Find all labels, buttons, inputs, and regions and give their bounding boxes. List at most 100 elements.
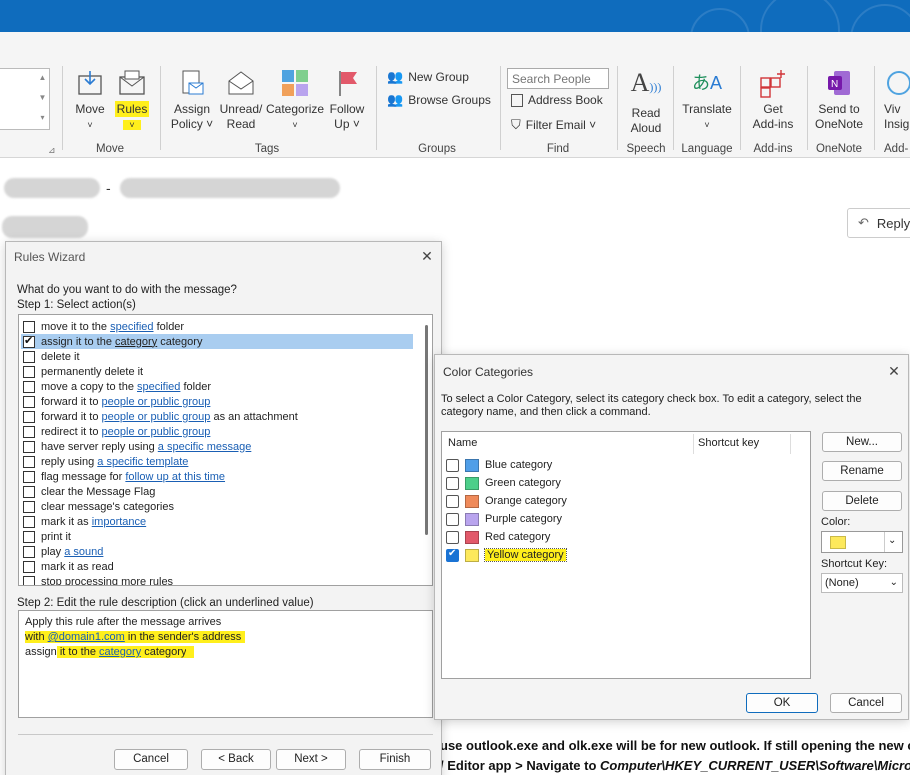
category-checkbox[interactable] <box>446 548 459 562</box>
shortcut-key-select[interactable]: (None) ⌄ <box>821 573 903 593</box>
action-checkbox[interactable] <box>23 320 35 333</box>
action-checkbox[interactable] <box>23 500 35 513</box>
get-addins-button[interactable]: Get Add-ins <box>748 68 798 132</box>
domain-link[interactable]: @domain1.com <box>47 631 125 643</box>
column-header-name[interactable]: Name <box>448 437 477 449</box>
action-item[interactable]: delete it <box>23 349 80 364</box>
action-link[interactable]: people or public group <box>102 396 211 408</box>
finish-button[interactable]: Finish <box>359 749 431 770</box>
delete-button[interactable]: Delete <box>822 491 902 511</box>
action-item[interactable]: forward it to people or public group <box>23 394 210 409</box>
action-link[interactable]: a specific message <box>158 441 252 453</box>
cancel-button[interactable]: Cancel <box>830 693 902 713</box>
category-checkbox[interactable] <box>446 458 459 472</box>
action-checkbox[interactable] <box>23 350 35 363</box>
next-button[interactable]: Next > <box>276 749 346 770</box>
ok-button[interactable]: OK <box>746 693 818 713</box>
action-checkbox[interactable] <box>23 395 35 408</box>
action-link[interactable]: a sound <box>64 546 103 558</box>
actions-scrollbar[interactable] <box>424 317 430 583</box>
category-row[interactable]: Orange category <box>446 493 567 509</box>
category-row[interactable]: Green category <box>446 475 561 491</box>
browse-groups-button[interactable]: 👥 Browse Groups <box>387 92 491 108</box>
category-checkbox[interactable] <box>446 530 459 544</box>
action-checkbox[interactable] <box>23 455 35 468</box>
action-checkbox[interactable] <box>23 440 35 453</box>
move-button[interactable]: Move ˅ <box>72 68 108 133</box>
action-item[interactable]: stop processing more rules <box>23 574 173 585</box>
category-row[interactable]: Blue category <box>446 457 552 473</box>
categorize-button[interactable]: Categorize ˅ <box>266 68 324 133</box>
action-link[interactable]: people or public group <box>102 426 211 438</box>
send-to-onenote-button[interactable]: N Send to OneNote <box>812 68 866 132</box>
category-checkbox[interactable] <box>446 494 459 508</box>
action-checkbox[interactable] <box>23 425 35 438</box>
action-link[interactable]: specified <box>110 321 153 333</box>
assign-policy-button[interactable]: Assign Policy ˅ <box>170 68 214 132</box>
action-checkbox[interactable] <box>23 365 35 378</box>
cancel-button[interactable]: Cancel <box>114 749 188 770</box>
actions-list[interactable]: move it to the specified folder assign it… <box>18 314 433 586</box>
action-checkbox[interactable] <box>23 485 35 498</box>
action-checkbox[interactable] <box>23 545 35 558</box>
category-link[interactable]: category <box>99 646 142 658</box>
new-category-button[interactable]: New... <box>822 432 902 452</box>
category-list[interactable]: Name Shortcut key Blue category Green cat… <box>441 431 811 679</box>
action-checkbox[interactable] <box>23 530 35 543</box>
action-checkbox[interactable] <box>23 410 35 423</box>
action-checkbox[interactable] <box>23 575 35 585</box>
action-item[interactable]: forward it to people or public group as … <box>23 409 298 424</box>
reply-button[interactable]: ↶ Reply <box>847 208 910 238</box>
follow-up-button[interactable]: Follow Up ˅ <box>326 68 368 132</box>
back-button[interactable]: < Back <box>201 749 271 770</box>
category-name[interactable]: Orange category <box>485 495 567 507</box>
rules-button[interactable]: Rules ˅ <box>113 68 151 133</box>
category-row[interactable]: Red category <box>446 529 550 545</box>
action-item[interactable]: print it <box>23 529 71 544</box>
action-item[interactable]: redirect it to people or public group <box>23 424 210 439</box>
quick-steps-scroll[interactable]: ▲ ▼ ▾ <box>35 68 50 130</box>
action-item[interactable]: reply using a specific template <box>23 454 188 469</box>
action-link[interactable]: importance <box>92 516 146 528</box>
action-checkbox[interactable] <box>23 334 35 348</box>
close-icon[interactable]: ✕ <box>416 246 438 266</box>
action-link[interactable]: category <box>115 336 157 348</box>
close-icon[interactable]: ✕ <box>883 361 905 381</box>
category-checkbox[interactable] <box>446 512 459 526</box>
category-name[interactable]: Yellow category <box>484 548 567 562</box>
category-name[interactable]: Red category <box>485 531 550 543</box>
filter-email-button[interactable]: ⛉ Filter Email ˅ <box>511 117 596 133</box>
action-item[interactable]: flag message for follow up at this time <box>23 469 225 484</box>
category-checkbox[interactable] <box>446 476 459 490</box>
action-link[interactable]: follow up at this time <box>125 471 225 483</box>
action-item[interactable]: have server reply using a specific messa… <box>23 439 251 454</box>
category-name[interactable]: Blue category <box>485 459 552 471</box>
new-group-button[interactable]: 👥 New Group <box>387 69 469 85</box>
column-header-shortcut[interactable]: Shortcut key <box>698 437 759 449</box>
action-item[interactable]: assign it to the category category <box>21 334 413 349</box>
action-checkbox[interactable] <box>23 515 35 528</box>
action-item[interactable]: clear the Message Flag <box>23 484 155 499</box>
action-link[interactable]: a specific template <box>97 456 188 468</box>
action-item[interactable]: mark it as importance <box>23 514 146 529</box>
color-picker[interactable]: ⌄ <box>821 531 903 553</box>
viva-insights-button[interactable]: Viv Insig <box>884 68 910 132</box>
action-item[interactable]: clear message's categories <box>23 499 174 514</box>
rename-button[interactable]: Rename <box>822 461 902 481</box>
address-book-button[interactable]: Address Book <box>511 93 603 107</box>
category-name[interactable]: Green category <box>485 477 561 489</box>
action-checkbox[interactable] <box>23 470 35 483</box>
category-row[interactable]: Purple category <box>446 511 562 527</box>
category-name[interactable]: Purple category <box>485 513 562 525</box>
action-link[interactable]: people or public group <box>102 411 211 423</box>
search-people-input[interactable] <box>507 68 609 89</box>
action-item[interactable]: play a sound <box>23 544 103 559</box>
read-aloud-button[interactable]: A))) Read Aloud <box>625 68 667 136</box>
action-item[interactable]: move a copy to the specified folder <box>23 379 211 394</box>
unread-read-button[interactable]: Unread/Read <box>218 68 264 132</box>
category-row[interactable]: Yellow category <box>446 547 567 563</box>
translate-button[interactable]: あA Translate ˅ <box>680 68 734 133</box>
dialog-launcher-icon[interactable]: ⊿ <box>48 145 56 156</box>
action-checkbox[interactable] <box>23 560 35 573</box>
action-link[interactable]: specified <box>137 381 180 393</box>
